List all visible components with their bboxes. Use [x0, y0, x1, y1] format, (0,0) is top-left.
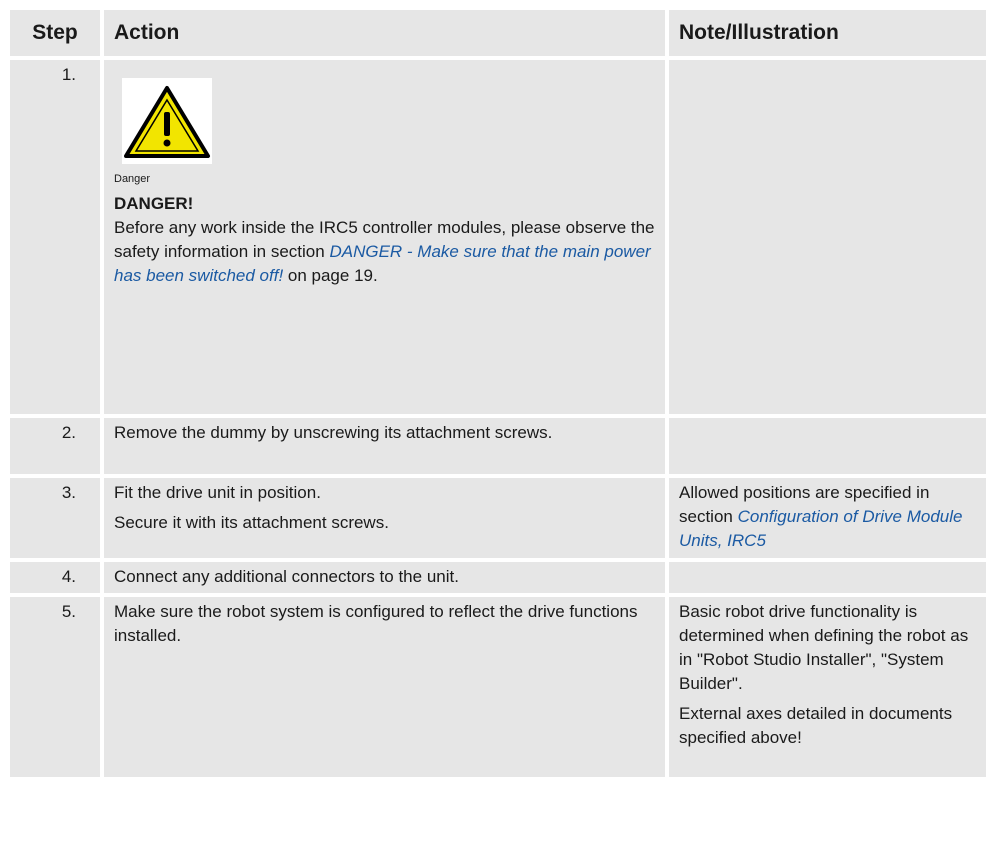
- step-number: 4.: [10, 562, 100, 593]
- note-cell: Basic robot drive functionality is deter…: [669, 597, 986, 777]
- table-row: 2. Remove the dummy by unscrewing its at…: [10, 418, 986, 474]
- note-cell: [669, 418, 986, 474]
- header-note: Note/Illustration: [669, 10, 986, 56]
- danger-text: Before any work inside the IRC5 controll…: [114, 218, 655, 285]
- table-row: 3. Fit the drive unit in position. Secur…: [10, 478, 986, 558]
- table-row: 5. Make sure the robot system is configu…: [10, 597, 986, 777]
- header-step: Step: [10, 10, 100, 56]
- action-cell: Danger DANGER! Before any work inside th…: [104, 60, 665, 414]
- action-cell: Remove the dummy by unscrewing its attac…: [104, 418, 665, 474]
- step-number: 1.: [10, 60, 100, 414]
- action-line: Secure it with its attachment screws.: [114, 513, 389, 532]
- step-number: 2.: [10, 418, 100, 474]
- table-row: 1. Danger DANGER! Before any work inside…: [10, 60, 986, 414]
- action-cell: Make sure the robot system is configured…: [104, 597, 665, 777]
- note-line: External axes detailed in documents spec…: [679, 704, 953, 747]
- danger-caption: Danger: [114, 173, 151, 185]
- step-number: 3.: [10, 478, 100, 558]
- danger-title: DANGER!: [114, 194, 194, 213]
- action-cell: Fit the drive unit in position. Secure i…: [104, 478, 665, 558]
- note-cell: Allowed positions are specified in secti…: [669, 478, 986, 558]
- step-number: 5.: [10, 597, 100, 777]
- warning-triangle-icon: [122, 78, 212, 164]
- header-action: Action: [104, 10, 665, 56]
- note-cell: [669, 60, 986, 414]
- action-line: Fit the drive unit in position.: [114, 483, 321, 502]
- header-row: Step Action Note/Illustration: [10, 10, 986, 56]
- action-cell: Connect any additional connectors to the…: [104, 562, 665, 593]
- note-cell: [669, 562, 986, 593]
- note-line: Basic robot drive functionality is deter…: [679, 602, 969, 693]
- table-row: 4. Connect any additional connectors to …: [10, 562, 986, 593]
- procedure-table: Step Action Note/Illustration 1. Danger …: [6, 6, 988, 781]
